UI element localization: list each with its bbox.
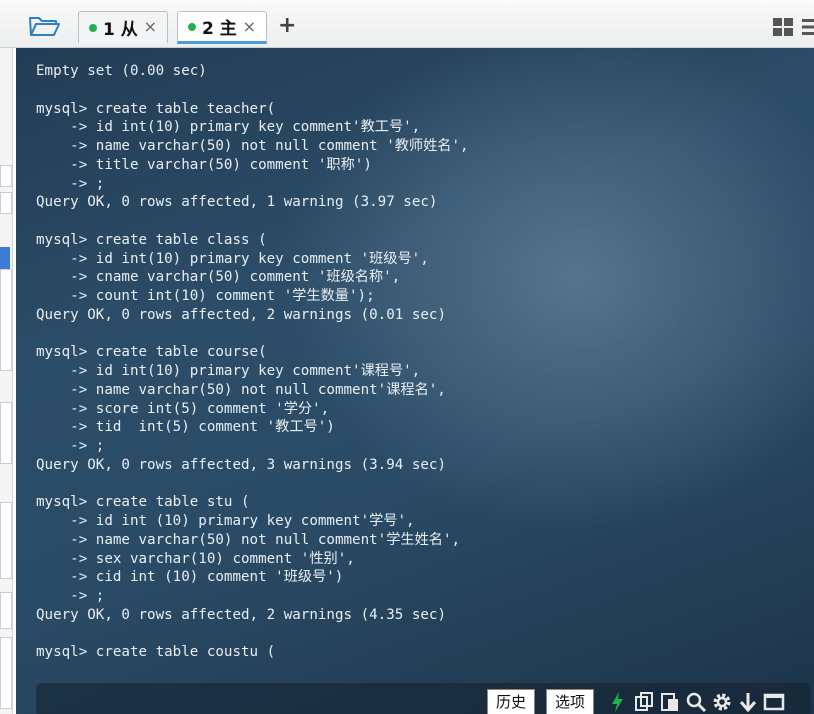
terminal-line: -> id int(10) primary key comment'教工号', [36,119,421,136]
options-button[interactable]: 选项 [546,689,595,714]
terminal-line: mysql> create table course( [36,344,267,361]
terminal-line: mysql> create table stu ( [36,494,250,511]
status-dot [188,22,196,31]
terminal-output: Empty set (0.00 sec) mysql> create table… [36,62,469,662]
terminal-line: -> name varchar(50) not null comment'课程名… [36,381,446,398]
terminal-line: -> title varchar(50) comment '职称') [36,156,372,173]
lightning-icon[interactable] [607,691,629,713]
tab-label: 1 从 [103,20,138,40]
background-window-edge [0,47,13,714]
tab-label: 2 主 [202,19,237,39]
copy-icon[interactable] [633,691,655,713]
terminal-line: -> ; [36,438,105,454]
terminal-line: -> cname varchar(50) comment '班级名称', [36,269,401,286]
terminal-line: -> name varchar(50) not null comment '教师… [36,138,469,154]
terminal-line: mysql> create table teacher( [36,100,276,117]
terminal-line: -> id int(10) primary key comment '班级号', [36,250,429,267]
open-folder-icon[interactable] [28,14,62,38]
terminal-line: -> name varchar(50) not null comment'学生姓… [36,531,461,548]
download-arrow-icon[interactable] [737,691,759,713]
window-icon[interactable] [763,691,785,713]
terminal-line: Query OK, 0 rows affected, 1 warning (3.… [36,194,438,211]
gear-icon[interactable] [711,691,733,713]
menu-icon[interactable] [802,18,814,36]
terminal-line: -> id int (10) primary key comment'学号', [36,513,415,529]
terminal-line: -> count int(10) comment '学生数量'); [36,288,375,304]
terminal-line: -> tid int(5) comment '教工号') [36,419,335,436]
tab-1-slave[interactable]: 1 从 × [78,11,168,43]
terminal-line: -> sex varchar(10) comment '性别', [36,550,355,567]
terminal-line: -> cid int (10) comment '班级号') [36,569,344,586]
close-tab-icon[interactable]: × [144,17,157,36]
terminal-line: -> ; [36,588,105,604]
terminal-line: mysql> create table coustu ( [36,644,276,661]
terminal-line: Empty set (0.00 sec) [36,63,207,79]
terminal-line: Query OK, 0 rows affected, 2 warnings (0… [36,306,446,323]
grid-view-icon[interactable] [773,18,793,36]
status-dot [89,23,97,32]
close-tab-icon[interactable]: × [243,17,256,36]
terminal-line: Query OK, 0 rows affected, 2 warnings (4… [36,606,446,623]
terminal-panel[interactable]: Empty set (0.00 sec) mysql> create table… [16,48,814,714]
search-icon[interactable] [685,691,707,713]
add-tab-icon[interactable]: + [278,13,296,38]
history-button[interactable]: 历史 [487,689,536,714]
terminal-line: -> score int(5) comment '学分', [36,400,330,417]
terminal-line: -> id int(10) primary key comment'课程号', [36,363,421,379]
tab-bar: 1 从 × 2 主 × + [0,0,814,48]
terminal-line: Query OK, 0 rows affected, 3 warnings (3… [36,456,446,473]
terminal-line: -> ; [36,175,105,192]
terminal-line: mysql> create table class ( [36,231,267,248]
tab-2-master[interactable]: 2 主 × [177,11,267,44]
paste-icon[interactable] [659,691,681,713]
